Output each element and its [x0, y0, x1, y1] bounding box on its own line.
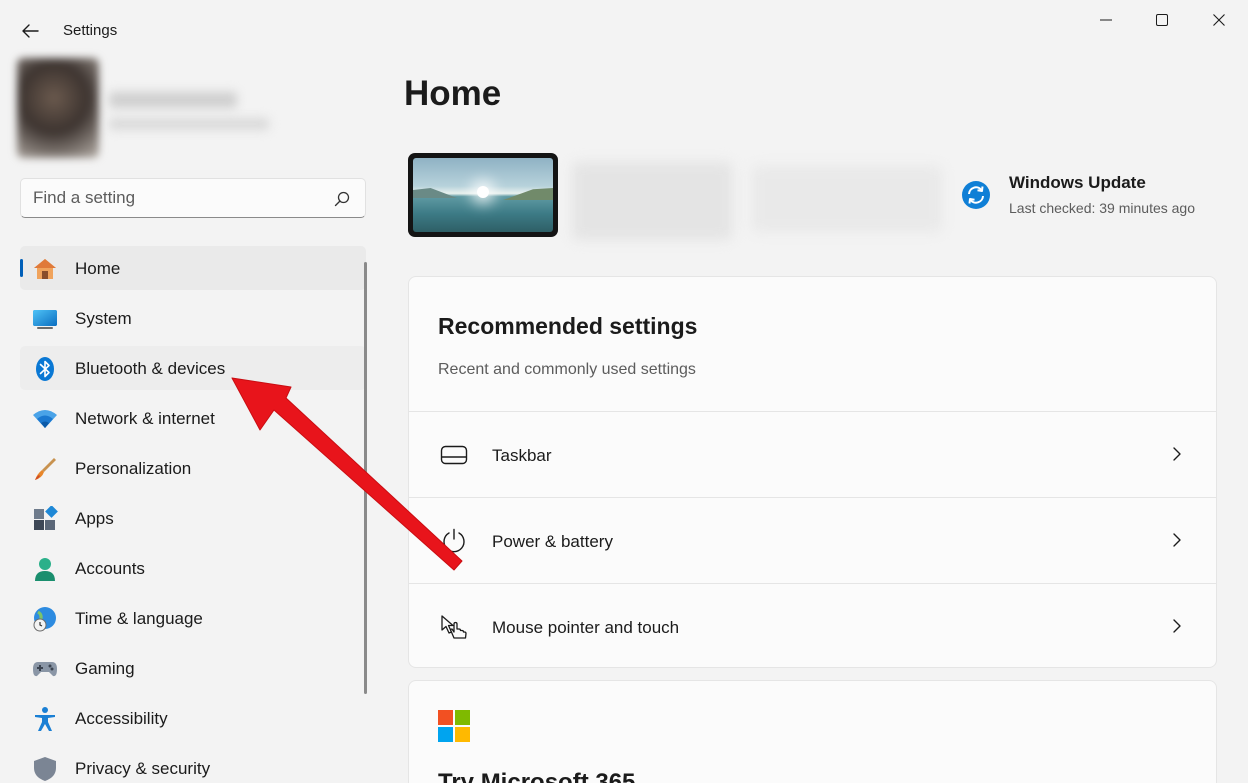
wallpaper-hill-right	[503, 188, 553, 200]
pointer-touch-icon	[439, 614, 469, 640]
power-icon	[439, 528, 469, 554]
minimize-button[interactable]	[1086, 6, 1126, 34]
brush-icon	[32, 456, 58, 482]
sidebar-item-privacy-security[interactable]: Privacy & security	[20, 746, 366, 783]
chevron-right-icon	[1173, 619, 1181, 633]
user-profile[interactable]	[17, 58, 277, 160]
sidebar-item-apps[interactable]: Apps	[20, 496, 366, 540]
back-arrow-icon	[22, 24, 39, 38]
sidebar-item-bluetooth-devices[interactable]: Bluetooth & devices	[20, 346, 366, 390]
sidebar-item-label: Network & internet	[75, 409, 215, 428]
row-label: Power & battery	[492, 532, 613, 551]
avatar	[17, 58, 99, 158]
search-input[interactable]	[33, 187, 323, 209]
sidebar-item-network[interactable]: Network & internet	[20, 396, 366, 440]
system-icon	[32, 306, 58, 332]
sidebar-item-label: Apps	[75, 509, 114, 528]
sidebar-item-time-language[interactable]: Time & language	[20, 596, 366, 640]
sidebar-item-label: Privacy & security	[75, 759, 211, 778]
taskbar-icon	[439, 442, 469, 468]
device-info-redacted	[572, 162, 732, 240]
maximize-button[interactable]	[1142, 6, 1182, 34]
sidebar-item-accessibility[interactable]: Accessibility	[20, 696, 366, 740]
device-wallpaper-thumbnail[interactable]	[408, 153, 558, 237]
microsoft-logo-icon	[438, 710, 470, 742]
accessibility-icon	[32, 706, 58, 732]
selection-indicator	[20, 259, 23, 277]
accounts-icon	[32, 556, 58, 582]
bluetooth-icon	[32, 356, 58, 382]
profile-name-redacted	[109, 92, 237, 108]
apps-icon	[32, 506, 58, 532]
windows-update-title[interactable]: Windows Update	[1009, 173, 1146, 193]
windows-update-status: Last checked: 39 minutes ago	[1009, 200, 1196, 216]
card-subtitle: Recent and commonly used settings	[438, 361, 696, 378]
sidebar-item-system[interactable]: System	[20, 296, 366, 340]
wifi-icon	[32, 406, 58, 432]
wallpaper-sun	[477, 186, 489, 198]
microsoft-365-card[interactable]: Try Microsoft 365	[408, 680, 1217, 783]
sidebar-item-home[interactable]: Home	[20, 246, 366, 290]
recommended-row-power-battery[interactable]: Power & battery	[409, 497, 1216, 583]
cloud-info-redacted	[752, 166, 942, 232]
shield-icon	[32, 756, 58, 782]
card-title: Try Microsoft 365	[438, 769, 636, 783]
maximize-icon	[1156, 14, 1168, 26]
close-icon	[1213, 14, 1225, 26]
gamepad-icon	[32, 656, 58, 682]
search-icon[interactable]	[333, 190, 351, 208]
chevron-right-icon	[1173, 533, 1181, 547]
card-title: Recommended settings	[438, 313, 698, 339]
windows-update-icon[interactable]	[961, 180, 991, 210]
sidebar-item-label: System	[75, 309, 132, 328]
back-button[interactable]	[14, 16, 46, 46]
recommended-settings-card: Recommended settings Recent and commonly…	[408, 276, 1217, 668]
sidebar-item-label: Gaming	[75, 659, 135, 678]
sidebar-item-label: Personalization	[75, 459, 192, 478]
title-bar: Settings	[0, 0, 1248, 60]
recommended-row-taskbar[interactable]: Taskbar	[409, 411, 1216, 497]
sidebar-item-label: Bluetooth & devices	[75, 359, 226, 378]
row-label: Taskbar	[492, 446, 552, 465]
sidebar-nav: Home System Bluetooth & devices Network …	[20, 246, 366, 783]
search-box[interactable]	[20, 178, 366, 218]
close-button[interactable]	[1199, 6, 1239, 34]
sidebar-item-personalization[interactable]: Personalization	[20, 446, 366, 490]
profile-email-redacted	[109, 118, 269, 130]
app-title: Settings	[63, 22, 118, 39]
chevron-right-icon	[1173, 447, 1181, 461]
sidebar-item-label: Accounts	[75, 559, 145, 578]
sidebar-scrollbar[interactable]	[364, 262, 367, 694]
sidebar-item-accounts[interactable]: Accounts	[20, 546, 366, 590]
sidebar-item-gaming[interactable]: Gaming	[20, 646, 366, 690]
minimize-icon	[1100, 19, 1112, 21]
globe-clock-icon	[32, 606, 58, 632]
row-label: Mouse pointer and touch	[492, 618, 680, 637]
wallpaper-hill-left	[413, 188, 457, 198]
sidebar-item-label: Time & language	[75, 609, 203, 628]
home-icon	[32, 256, 58, 282]
recommended-row-mouse-pointer-touch[interactable]: Mouse pointer and touch	[409, 583, 1216, 669]
wallpaper-preview	[413, 158, 553, 232]
page-title: Home	[404, 74, 502, 113]
sidebar-item-label: Accessibility	[75, 709, 168, 728]
sidebar-item-label: Home	[75, 259, 121, 278]
